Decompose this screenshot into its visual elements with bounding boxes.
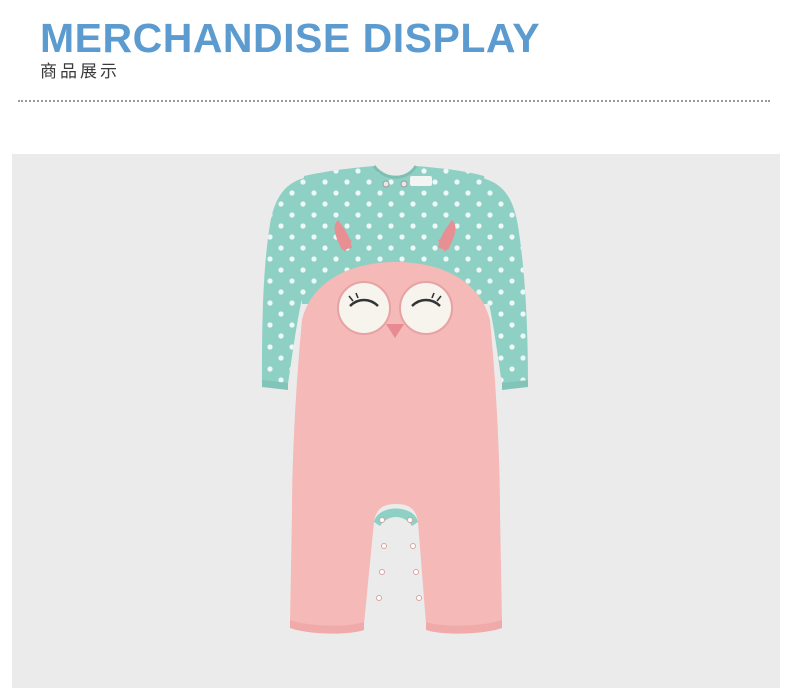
baby-owl-jumpsuit-photo [262, 165, 528, 634]
product-display-panel [12, 154, 780, 688]
dotted-divider [18, 100, 770, 102]
section-header: MERCHANDISE DISPLAY 商品展示 [40, 14, 770, 82]
section-title-cn: 商品展示 [40, 62, 120, 82]
owl-body [290, 262, 502, 634]
section-title-en: MERCHANDISE DISPLAY [40, 15, 541, 61]
